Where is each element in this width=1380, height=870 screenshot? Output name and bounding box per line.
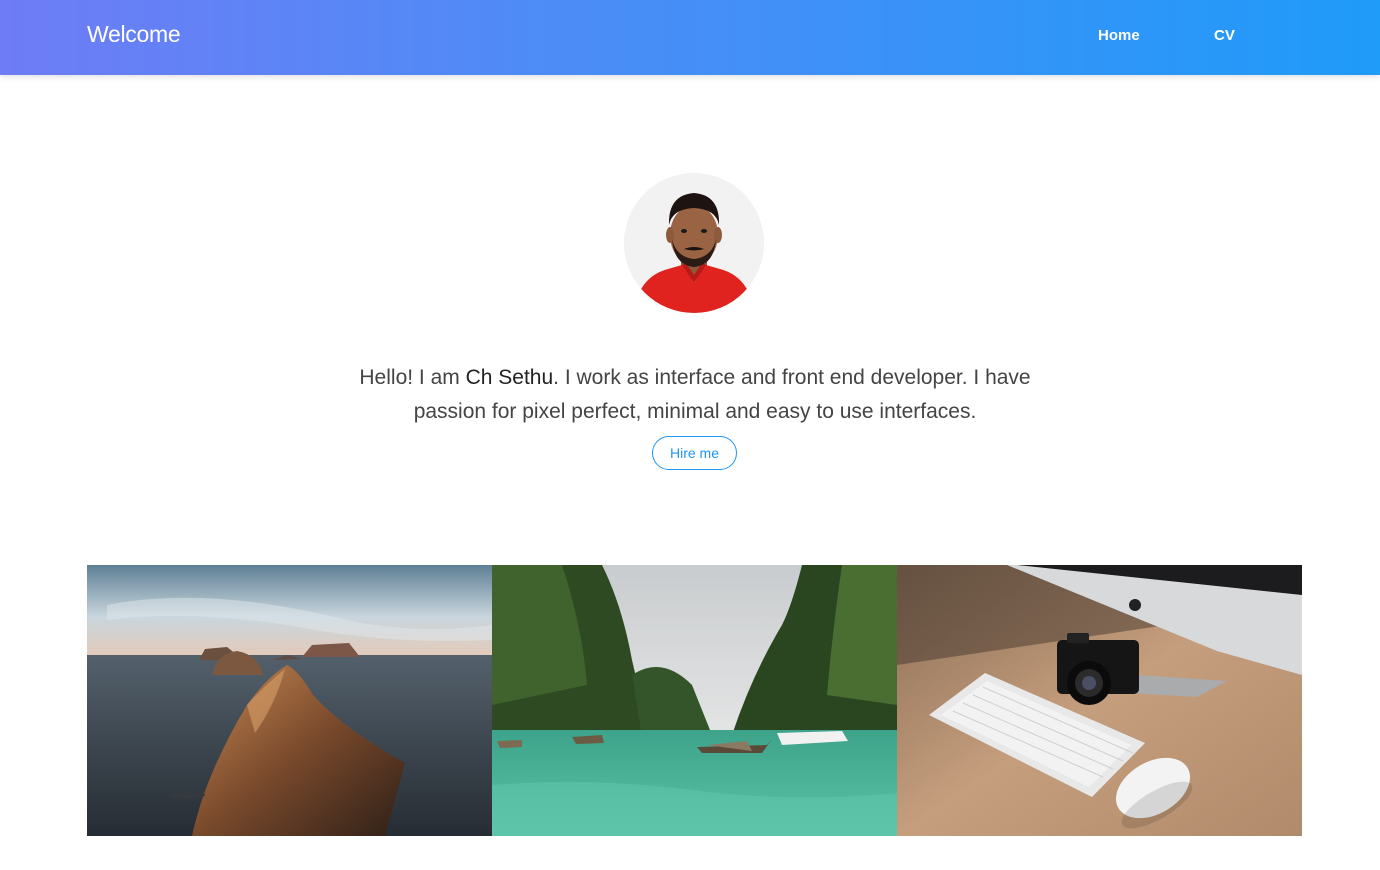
gallery-photo-sea-cliff — [87, 565, 492, 836]
sea-cliff-photo — [87, 565, 492, 836]
intro-prefix: Hello! I am — [359, 366, 466, 389]
intro-text: Hello! I am Ch Sethu. I work as interfac… — [340, 361, 1050, 429]
intro-name: Ch Sethu — [465, 366, 554, 389]
lagoon-boats-photo — [492, 565, 897, 836]
profile-photo — [624, 173, 764, 313]
gallery-photo-desk — [897, 565, 1302, 836]
top-navbar: Welcome Home CV — [0, 0, 1380, 75]
profile-avatar — [624, 173, 764, 313]
gallery-photo-lagoon — [492, 565, 897, 836]
nav-link-cv[interactable]: CV — [1214, 27, 1235, 44]
photo-gallery — [87, 565, 1302, 836]
brand-link[interactable]: Welcome — [87, 21, 181, 48]
desk-computer-camera-photo — [897, 565, 1302, 836]
hire-me-button[interactable]: Hire me — [652, 436, 737, 470]
nav-link-home[interactable]: Home — [1098, 27, 1140, 44]
